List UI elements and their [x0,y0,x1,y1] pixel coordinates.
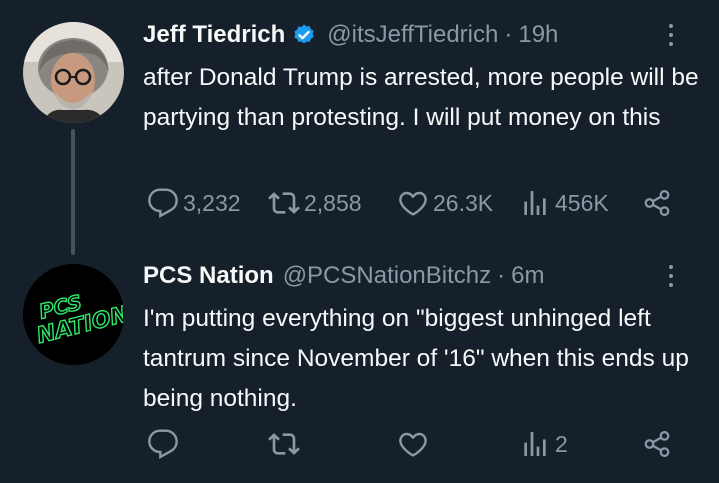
views-chart-icon [524,191,546,215]
handle[interactable]: @PCSNationBitchz [283,262,491,290]
views-button[interactable]: 456K [519,185,609,221]
reply-button[interactable]: 3,232 [147,185,241,221]
tweet-header: Jeff Tiedrich @itsJeffTiedrich · 19h [143,18,705,52]
share-icon [644,431,670,457]
handle[interactable]: @itsJeffTiedrich [327,21,498,49]
more-options-icon[interactable] [661,263,681,289]
avatar-logo: PCS NATION [23,264,124,365]
avatar-photo [23,22,124,123]
separator-dot: · [497,262,506,289]
tweet-actions: 2 [143,426,679,462]
retweet-icon [268,433,300,455]
timestamp[interactable]: 6m [511,262,544,290]
retweet-icon [268,192,300,214]
more-options-icon[interactable] [661,22,681,48]
tweet-content: PCS Nation @PCSNationBitchz · 6m I'm put… [143,259,705,419]
reply-icon [148,429,178,459]
like-button[interactable]: 26.3K [397,185,493,221]
retweet-button[interactable]: 2,858 [268,185,362,221]
retweet-button[interactable] [268,426,304,462]
views-button[interactable]: 2 [519,426,568,462]
tweet-text: after Donald Trump is arrested, more peo… [143,64,699,131]
avatar[interactable] [23,22,124,123]
views-count: 456K [555,189,609,216]
display-name[interactable]: Jeff Tiedrich [143,21,285,49]
verified-badge-icon [292,23,316,47]
avatar[interactable]: PCS NATION [23,264,124,365]
timestamp[interactable]: 19h [518,21,558,49]
retweet-count: 2,858 [304,189,362,216]
like-count: 26.3K [433,189,494,216]
thread-line [71,129,75,255]
tweet-text: I'm putting everything on "biggest unhin… [143,305,689,412]
display-name[interactable]: PCS Nation [143,262,274,290]
heart-icon [399,191,427,216]
tweet[interactable]: PCS NATION PCS Nation @PCSNationBitchz ·… [0,240,719,483]
tweet-header: PCS Nation @PCSNationBitchz · 6m [143,259,705,293]
tweet-content: Jeff Tiedrich @itsJeffTiedrich · 19h aft… [143,18,705,138]
reply-icon [148,188,178,218]
share-icon [644,190,670,216]
like-button[interactable] [397,426,433,462]
tweet[interactable]: Jeff Tiedrich @itsJeffTiedrich · 19h aft… [0,0,719,255]
heart-icon [399,432,427,457]
reply-count: 3,232 [183,189,241,216]
separator-dot: · [504,21,513,48]
share-button[interactable] [642,426,672,462]
views-count: 2 [555,430,568,457]
views-chart-icon [524,432,546,456]
share-button[interactable] [642,185,672,221]
reply-button[interactable] [147,426,183,462]
tweet-actions: 3,232 2,858 26.3K 456K [143,185,679,221]
